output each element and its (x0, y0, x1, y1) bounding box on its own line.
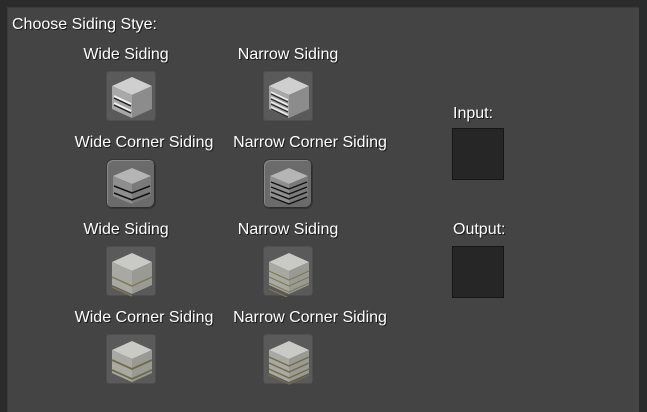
wide-siding-sandstone-icon (111, 253, 153, 297)
narrow-siding-option[interactable] (263, 71, 313, 121)
narrow-corner-siding-sandstone-option[interactable] (263, 334, 313, 385)
row3-right-label: Narrow Siding (237, 221, 339, 238)
wide-corner-siding-sandstone-option[interactable] (106, 334, 156, 384)
narrow-siding-sandstone-icon (268, 253, 310, 297)
row2-right-label: Narrow Corner Siding (233, 134, 387, 151)
input-slot[interactable] (452, 128, 504, 180)
output-label: Output: (453, 221, 506, 238)
wide-corner-siding-option[interactable] (106, 159, 156, 209)
siding-chooser-panel: Choose Siding Stye: Wide Siding Narrow S… (7, 7, 639, 412)
row4-right-label: Narrow Corner Siding (233, 309, 387, 326)
narrow-corner-siding-sandstone-icon (268, 341, 310, 385)
input-label: Input: (453, 105, 494, 122)
row1-right-label: Narrow Siding (237, 46, 339, 63)
output-slot[interactable] (452, 246, 504, 298)
wide-siding-sandstone-option[interactable] (106, 246, 156, 297)
panel-title: Choose Siding Stye: (12, 16, 157, 33)
row3-left-label: Wide Siding (83, 221, 169, 238)
row4-left-label: Wide Corner Siding (74, 309, 214, 326)
wide-siding-option[interactable] (106, 71, 156, 121)
row1-left-label: Wide Siding (83, 46, 169, 63)
narrow-corner-siding-option[interactable] (263, 159, 313, 209)
narrow-corner-siding-stone-icon (270, 168, 308, 205)
wide-corner-siding-stone-icon (113, 168, 151, 204)
wide-siding-stone-icon (112, 77, 152, 118)
narrow-siding-sandstone-option[interactable] (263, 246, 313, 297)
row2-left-label: Wide Corner Siding (74, 134, 214, 151)
wide-corner-siding-sandstone-icon (111, 341, 153, 382)
narrow-siding-stone-icon (269, 77, 309, 118)
